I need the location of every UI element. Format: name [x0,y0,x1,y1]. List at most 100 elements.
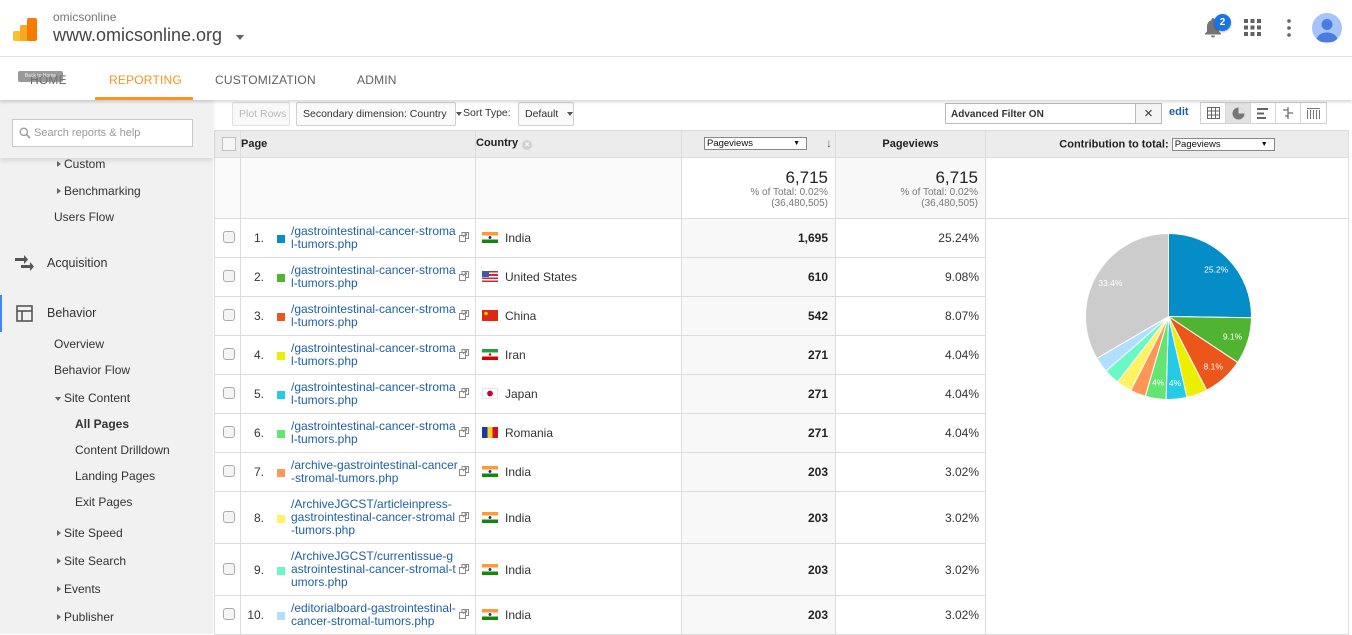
secondary-dimension-dropdown[interactable]: Secondary dimension: Country [296,102,462,126]
row-checkbox[interactable] [223,426,235,438]
row-rank: 7. [253,465,264,479]
search-input[interactable] [34,120,189,146]
sidebar-item-events[interactable]: Events [64,582,101,596]
tab-reporting[interactable]: REPORTING [109,73,182,87]
tab-admin[interactable]: ADMIN [357,73,397,87]
column-header-pageviews[interactable]: Pageviews [835,130,986,158]
open-external-icon[interactable] [459,466,469,476]
pivot-view-button[interactable] [1301,103,1326,123]
sidebar-item-content-drilldown[interactable]: Content Drilldown [75,443,170,457]
edit-filter-link[interactable]: edit [1169,106,1189,118]
remove-dimension-icon[interactable]: × [522,140,533,150]
pageviews-percent: 3.02% [835,595,986,635]
open-external-icon[interactable] [459,271,469,281]
analytics-logo[interactable] [13,17,39,43]
performance-view-button[interactable] [1251,103,1276,123]
property-selector[interactable]: www.omicsonline.org [53,25,222,46]
page-link[interactable]: /ArchiveJGCST/articleinpress-gastrointes… [291,498,458,537]
expand-arrow-icon[interactable] [57,530,61,536]
row-checkbox[interactable] [223,309,235,321]
totals-empty-cell [214,157,241,219]
column-header-page[interactable]: Page [240,130,476,158]
row-checkbox[interactable] [223,510,235,523]
pie-label-11: 33.4% [1098,278,1123,288]
advanced-filter-input[interactable] [946,105,1135,124]
series-color-swatch [277,566,285,575]
expand-arrow-icon[interactable] [57,188,61,194]
row-checkbox[interactable] [223,562,235,575]
sidebar-section-acquisition[interactable]: Acquisition [47,256,107,270]
country-name: Romania [505,426,554,440]
total-percent: % of Total: 0.02% [750,186,828,198]
sort-type-dropdown[interactable]: Default [518,102,574,126]
search-box[interactable] [12,119,193,147]
page-link[interactable]: /archive-gastrointestinal-cancer-stromal… [291,459,458,485]
country-name: India [505,465,532,479]
sidebar-item-landing-pages[interactable]: Landing Pages [75,469,155,483]
metric-select[interactable]: Pageviews ▼ [704,137,807,150]
open-external-icon[interactable] [459,609,469,619]
chevron-down-icon[interactable] [236,35,244,40]
sidebar-item-all-pages[interactable]: All Pages [75,417,129,431]
sidebar-item-custom[interactable]: Custom [64,157,105,171]
sidebar-item-users-flow[interactable]: Users Flow [54,210,114,224]
open-external-icon[interactable] [459,563,469,574]
advanced-filter-field[interactable] [945,103,1136,124]
sidebar-item-benchmarking[interactable]: Benchmarking [64,184,141,198]
expand-arrow-icon[interactable] [57,558,61,564]
comparison-view-icon [1283,107,1293,119]
open-external-icon[interactable] [459,427,469,437]
pageviews-percent: 9.08% [835,257,986,297]
open-external-icon[interactable] [459,232,469,242]
page-link[interactable]: /gastrointestinal-cancer-stromal-tumors.… [291,225,458,251]
expand-arrow-icon[interactable] [57,161,61,167]
notifications-badge[interactable]: 2 [1214,14,1231,31]
sort-descending-icon[interactable]: ↓ [826,136,832,150]
row-checkbox[interactable] [223,270,235,282]
page-link[interactable]: /gastrointestinal-cancer-stromal-tumors.… [291,381,458,407]
open-external-icon[interactable] [459,511,469,522]
page-link[interactable]: /ArchiveJGCST/currentissue-gastrointesti… [291,550,458,589]
page-link[interactable]: /gastrointestinal-cancer-stromal-tumors.… [291,342,458,368]
sidebar-item-site-search[interactable]: Site Search [64,554,126,568]
row-checkbox[interactable] [223,231,235,243]
page-link[interactable]: /gastrointestinal-cancer-stromal-tumors.… [291,303,458,329]
expand-arrow-icon[interactable] [57,614,61,620]
open-external-icon[interactable] [459,388,469,398]
clear-filter-button[interactable]: × [1135,103,1162,124]
page-link[interactable]: /gastrointestinal-cancer-stromal-tumors.… [291,264,458,290]
sidebar-item-overview[interactable]: Overview [54,337,104,351]
plot-rows-button[interactable]: Plot Rows [232,102,290,126]
open-external-icon[interactable] [459,310,469,320]
row-checkbox[interactable] [223,465,235,477]
sidebar-item-exit-pages[interactable]: Exit Pages [75,495,132,509]
row-checkbox[interactable] [223,387,235,399]
select-all-checkbox[interactable] [222,137,236,151]
contribution-select-value: Pageviews [1174,138,1221,150]
row-rank: 8. [253,510,264,525]
page-link[interactable]: /editorialboard-gastrointestinal-cancer-… [291,602,458,628]
row-checkbox[interactable] [223,348,235,360]
table-view-button[interactable] [1201,103,1226,123]
page-link[interactable]: /gastrointestinal-cancer-stromal-tumors.… [291,420,458,446]
search-icon [19,127,31,139]
series-color-swatch [277,313,285,321]
sidebar-item-publisher[interactable]: Publisher [64,610,114,624]
sidebar-item-site-content[interactable]: Site Content [64,391,130,405]
open-external-icon[interactable] [459,349,469,359]
sidebar-item-behavior-flow[interactable]: Behavior Flow [54,363,130,377]
more-vert-icon[interactable] [1285,19,1293,37]
pie-view-button[interactable] [1226,103,1251,123]
account-avatar[interactable] [1312,13,1342,43]
sidebar-section-behavior[interactable]: Behavior [47,306,96,320]
row-checkbox[interactable] [223,608,235,620]
contribution-metric-select[interactable]: Pageviews ▼ [1171,137,1275,151]
pie-slice-1[interactable] [1168,232,1252,319]
expand-arrow-icon[interactable] [57,586,61,592]
collapse-arrow-icon[interactable] [55,397,61,401]
tab-customization[interactable]: CUSTOMIZATION [215,73,316,87]
column-header-country[interactable]: Country × [475,130,682,158]
comparison-view-button[interactable] [1276,103,1301,123]
sidebar-item-site-speed[interactable]: Site Speed [64,526,123,540]
apps-grid-icon[interactable] [1244,19,1261,36]
